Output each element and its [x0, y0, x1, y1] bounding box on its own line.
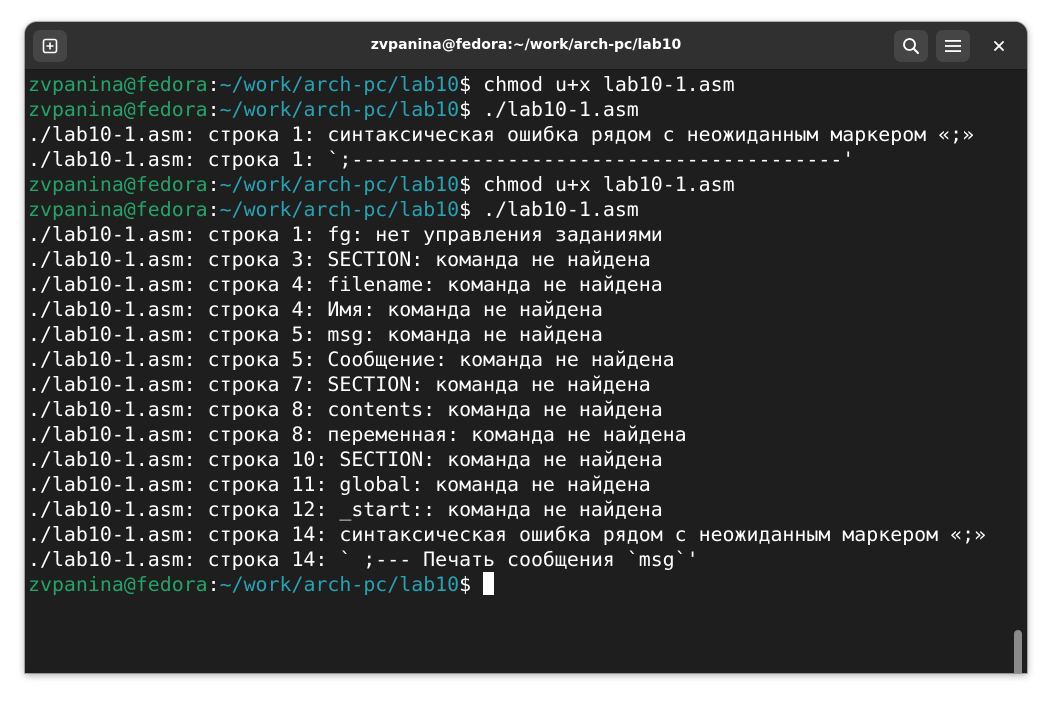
prompt-path: ~/work/arch-pc/lab10 — [219, 98, 460, 121]
prompt-line: zvpanina@fedora:~/work/arch-pc/lab10$ ch… — [28, 72, 986, 97]
output-text: ./lab10-1.asm: строка 8: переменная: ком… — [28, 423, 687, 446]
command-text: chmod u+x lab10-1.asm — [483, 73, 735, 96]
prompt-path: ~/work/arch-pc/lab10 — [219, 573, 460, 596]
terminal-content[interactable]: zvpanina@fedora:~/work/arch-pc/lab10$ ch… — [25, 70, 1027, 673]
output-text: ./lab10-1.asm: строка 14: ` ;--- Печать … — [28, 548, 699, 571]
output-text: ./lab10-1.asm: строка 8: contents: коман… — [28, 398, 663, 421]
output-line: ./lab10-1.asm: строка 12: _start:: коман… — [28, 497, 986, 522]
prompt-separator: : — [207, 573, 220, 596]
prompt-user: zvpanina@fedora — [28, 98, 208, 121]
window-title: zvpanina@fedora:~/work/arch-pc/lab10 — [370, 37, 682, 53]
prompt-path: ~/work/arch-pc/lab10 — [219, 73, 460, 96]
output-line: ./lab10-1.asm: строка 5: msg: команда не… — [28, 322, 986, 347]
title-bar: zvpanina@fedora:~/work/arch-pc/lab10 — [25, 22, 1027, 70]
command-text: ./lab10-1.asm — [483, 98, 639, 121]
close-button[interactable] — [986, 33, 1012, 59]
command-text: chmod u+x lab10-1.asm — [483, 173, 735, 196]
output-line: ./lab10-1.asm: строка 14: ` ;--- Печать … — [28, 547, 986, 572]
output-text: ./lab10-1.asm: строка 3: SECTION: команд… — [28, 248, 651, 271]
output-text: ./lab10-1.asm: строка 1: `;-------------… — [28, 148, 855, 171]
text-cursor — [483, 572, 495, 595]
prompt-line: zvpanina@fedora:~/work/arch-pc/lab10$ ./… — [28, 197, 986, 222]
command-text: ./lab10-1.asm — [483, 198, 639, 221]
prompt-symbol: $ — [459, 98, 484, 121]
prompt-line: zvpanina@fedora:~/work/arch-pc/lab10$ ./… — [28, 97, 986, 122]
prompt-symbol: $ — [459, 573, 484, 596]
output-text: ./lab10-1.asm: строка 4: Имя: команда не… — [28, 298, 603, 321]
prompt-symbol: $ — [459, 73, 484, 96]
output-text: ./lab10-1.asm: строка 4: filename: коман… — [28, 273, 663, 296]
prompt-separator: : — [207, 173, 220, 196]
prompt-path: ~/work/arch-pc/lab10 — [219, 198, 460, 221]
output-text: ./lab10-1.asm: строка 1: fg: нет управле… — [28, 223, 663, 246]
prompt-user: zvpanina@fedora — [28, 73, 208, 96]
scrollbar-thumb[interactable] — [1014, 630, 1022, 673]
prompt-symbol: $ — [459, 198, 484, 221]
output-line: ./lab10-1.asm: строка 1: `;-------------… — [28, 147, 986, 172]
output-line: ./lab10-1.asm: строка 8: переменная: ком… — [28, 422, 986, 447]
output-text: ./lab10-1.asm: строка 1: синтаксическая … — [28, 123, 975, 146]
output-line: ./lab10-1.asm: строка 1: fg: нет управле… — [28, 222, 986, 247]
terminal-output: zvpanina@fedora:~/work/arch-pc/lab10$ ch… — [28, 72, 986, 597]
prompt-user: zvpanina@fedora — [28, 198, 208, 221]
output-line: ./lab10-1.asm: строка 8: contents: коман… — [28, 397, 986, 422]
prompt-path: ~/work/arch-pc/lab10 — [219, 173, 460, 196]
output-text: ./lab10-1.asm: строка 14: синтаксическая… — [28, 523, 987, 546]
output-text: ./lab10-1.asm: строка 7: SECTION: команд… — [28, 373, 651, 396]
prompt-line: zvpanina@fedora:~/work/arch-pc/lab10$ ch… — [28, 172, 986, 197]
menu-button[interactable] — [936, 30, 970, 62]
close-icon — [994, 41, 1004, 51]
new-tab-button[interactable] — [33, 30, 67, 62]
output-line: ./lab10-1.asm: строка 4: Имя: команда не… — [28, 297, 986, 322]
prompt-user: zvpanina@fedora — [28, 173, 208, 196]
output-line: ./lab10-1.asm: строка 1: синтаксическая … — [28, 122, 986, 147]
output-line: ./lab10-1.asm: строка 14: синтаксическая… — [28, 522, 986, 547]
output-text: ./lab10-1.asm: строка 5: msg: команда не… — [28, 323, 603, 346]
prompt-user: zvpanina@fedora — [28, 573, 208, 596]
search-icon — [903, 38, 919, 54]
prompt-line: zvpanina@fedora:~/work/arch-pc/lab10$ — [28, 572, 986, 597]
output-line: ./lab10-1.asm: строка 5: Сообщение: кома… — [28, 347, 986, 372]
hamburger-menu-icon — [945, 40, 961, 52]
output-line: ./lab10-1.asm: строка 11: global: команд… — [28, 472, 986, 497]
output-line: ./lab10-1.asm: строка 10: SECTION: коман… — [28, 447, 986, 472]
prompt-separator: : — [207, 73, 220, 96]
output-line: ./lab10-1.asm: строка 3: SECTION: команд… — [28, 247, 986, 272]
search-button[interactable] — [894, 30, 928, 62]
output-text: ./lab10-1.asm: строка 12: _start:: коман… — [28, 498, 663, 521]
output-line: ./lab10-1.asm: строка 7: SECTION: команд… — [28, 372, 986, 397]
terminal-window: zvpanina@fedora:~/work/arch-pc/lab10 zvp… — [25, 22, 1027, 673]
output-text: ./lab10-1.asm: строка 5: Сообщение: кома… — [28, 348, 675, 371]
output-text: ./lab10-1.asm: строка 10: SECTION: коман… — [28, 448, 663, 471]
new-tab-icon — [42, 38, 58, 54]
output-line: ./lab10-1.asm: строка 4: filename: коман… — [28, 272, 986, 297]
prompt-symbol: $ — [459, 173, 484, 196]
output-text: ./lab10-1.asm: строка 11: global: команд… — [28, 473, 651, 496]
prompt-separator: : — [207, 198, 220, 221]
prompt-separator: : — [207, 98, 220, 121]
